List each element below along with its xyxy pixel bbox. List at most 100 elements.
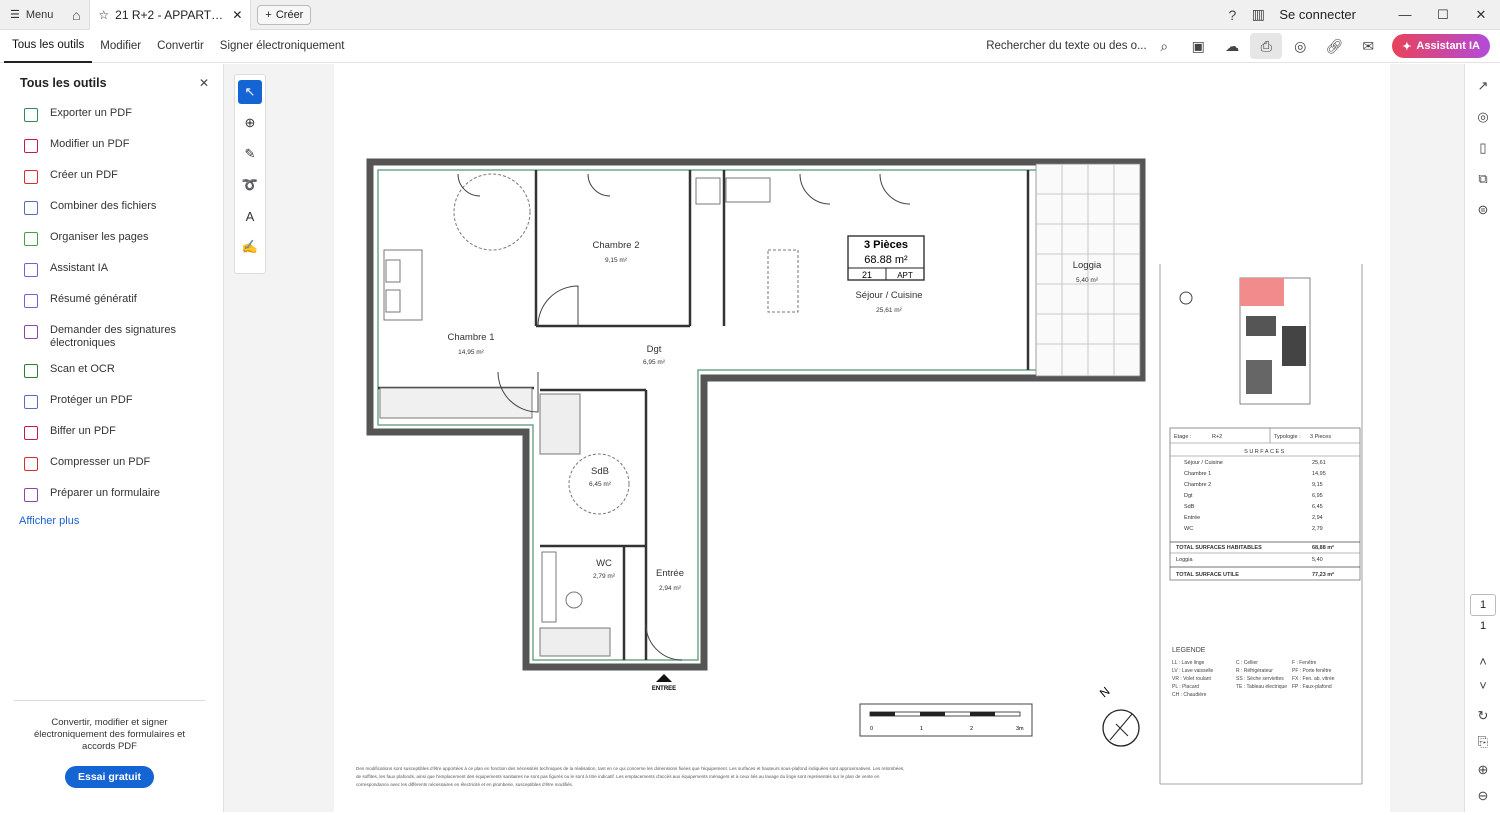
- create-label: Créer: [275, 8, 304, 21]
- legend-entry: TE : Tableau électrique: [1236, 684, 1287, 690]
- all-tools-panel: Tous les outils ✕ Exporter un PDF Modifie…: [0, 64, 224, 812]
- tool-item[interactable]: Combiner des fichiers: [0, 193, 223, 224]
- legend-entry: F : Fenêtre: [1292, 660, 1317, 666]
- tool-item[interactable]: Modifier un PDF: [0, 131, 223, 162]
- create-button[interactable]: + Créer: [257, 4, 312, 25]
- menu-button[interactable]: ☰ Menu: [0, 0, 63, 30]
- tool-icon: [24, 139, 38, 153]
- trial-promo: Convertir, modifier et signer électroniq…: [14, 700, 205, 788]
- scale-label-2: 2: [970, 726, 973, 732]
- tool-item[interactable]: Demander des signatures électroniques: [0, 317, 223, 356]
- room-entree-area: 2,94 m²: [659, 585, 682, 592]
- bookmark-icon[interactable]: ▯: [1465, 132, 1500, 163]
- room-chambre2-area: 9,15 m²: [605, 257, 628, 264]
- room-sejour-name: Séjour / Cuisine: [855, 290, 922, 301]
- tool-label: Protéger un PDF: [50, 394, 133, 407]
- tool-item[interactable]: Protéger un PDF: [0, 387, 223, 418]
- apps-icon[interactable]: ▥: [1245, 0, 1271, 30]
- select-cursor-icon[interactable]: ↖: [238, 80, 262, 104]
- tool-item[interactable]: Résumé génératif: [0, 286, 223, 317]
- tool-item[interactable]: Compresser un PDF: [0, 449, 223, 480]
- menu-label: Menu: [25, 8, 54, 21]
- edit-export-icon[interactable]: ↗: [1465, 70, 1500, 101]
- ai-assistant-button[interactable]: ✦ Assistant IA: [1392, 34, 1490, 58]
- badge-type: APT: [897, 271, 913, 280]
- total-utile-label: TOTAL SURFACE UTILE: [1176, 572, 1239, 578]
- tab-convert[interactable]: Convertir: [149, 30, 212, 63]
- tab-esign[interactable]: Signer électroniquement: [212, 30, 353, 63]
- tool-item[interactable]: Créer un PDF: [0, 162, 223, 193]
- tool-label: Modifier un PDF: [50, 138, 130, 150]
- tool-item[interactable]: Biffer un PDF: [0, 418, 223, 449]
- document-margin: [1390, 64, 1464, 812]
- tool-label: Biffer un PDF: [50, 425, 116, 438]
- total-habitable-label: TOTAL SURFACES HABITABLES: [1176, 545, 1262, 551]
- zoom-out-icon[interactable]: ⊖: [1465, 780, 1500, 811]
- save-page-icon[interactable]: ⎘: [1465, 726, 1500, 757]
- loggia-row-value: 5,40: [1312, 557, 1323, 563]
- quick-tools-column: ↖ ⊕ ✎ ➰ A ✍: [224, 64, 334, 812]
- signature-icon[interactable]: ✍: [238, 235, 262, 259]
- mail-icon[interactable]: ✉: [1352, 33, 1384, 59]
- free-trial-button[interactable]: Essai gratuit: [64, 765, 155, 788]
- minimize-icon[interactable]: —: [1386, 0, 1424, 30]
- surfaces-title: SURFACES: [1244, 449, 1286, 455]
- scale-label-3: 3m: [1016, 726, 1024, 732]
- layers-icon[interactable]: ⊜: [1465, 194, 1500, 225]
- tool-item[interactable]: Scan et OCR: [0, 356, 223, 387]
- sign-in-link[interactable]: Se connecter: [1271, 7, 1386, 22]
- surface-row-name: Entrée: [1184, 515, 1200, 521]
- current-page-input[interactable]: 1: [1470, 594, 1496, 616]
- home-icon[interactable]: ⌂: [63, 0, 89, 30]
- maximize-icon[interactable]: ☐: [1424, 0, 1462, 30]
- apartment-badge: 3 Pièces 68.88 m² 21 APT: [847, 235, 925, 281]
- tool-label: Combiner des fichiers: [50, 200, 157, 212]
- chevron-down-icon[interactable]: ˅: [1465, 670, 1500, 701]
- highlight-pen-icon[interactable]: ✎: [238, 142, 262, 166]
- room-chambre1-name: Chambre 1: [448, 332, 495, 343]
- furniture: [379, 173, 799, 657]
- keyplan-north-icon: [1179, 291, 1193, 305]
- surface-row-name: Chambre 1: [1184, 471, 1211, 477]
- entry-label: ENTREE: [652, 686, 676, 692]
- text-box-icon[interactable]: A: [238, 204, 262, 228]
- etage-label: Etage :: [1174, 434, 1192, 440]
- tool-label: Résumé génératif: [50, 293, 137, 305]
- close-window-icon[interactable]: ✕: [1462, 0, 1500, 30]
- zoom-annotate-icon[interactable]: ⊕: [238, 111, 262, 135]
- document-tab[interactable]: ☆ 21 R+2 - APPARTE... ✕: [89, 0, 252, 30]
- upload-cloud-icon[interactable]: ☁: [1216, 33, 1248, 59]
- room-sdb-name: SdB: [591, 466, 609, 477]
- help-icon[interactable]: ?: [1219, 0, 1245, 30]
- tool-item[interactable]: Exporter un PDF: [0, 100, 223, 131]
- legend-entry: FX : Fen. ab. vitrée: [1292, 676, 1335, 682]
- star-icon[interactable]: ☆: [98, 8, 109, 22]
- tool-label: Préparer un formulaire: [50, 487, 161, 500]
- tool-label: Compresser un PDF: [50, 456, 151, 469]
- tab-edit[interactable]: Modifier: [92, 30, 149, 63]
- comment-icon[interactable]: ◎: [1465, 101, 1500, 132]
- ai-search-icon[interactable]: ◎: [1284, 33, 1316, 59]
- draw-lasso-icon[interactable]: ➰: [238, 173, 262, 197]
- close-panel-icon[interactable]: ✕: [199, 76, 209, 90]
- disclaimer-line-2: de soffites, les faux plafonds, ainsi qu…: [356, 774, 880, 779]
- tab-title: 21 R+2 - APPARTE...: [115, 7, 227, 22]
- tool-item[interactable]: Préparer un formulaire: [0, 480, 223, 511]
- tool-icon: [24, 232, 38, 246]
- tab-all-tools[interactable]: Tous les outils: [4, 30, 93, 63]
- link-icon[interactable]: 🔗︎: [1318, 33, 1350, 59]
- copy-pages-icon[interactable]: ⧉: [1465, 163, 1500, 194]
- tool-label: Créer un PDF: [50, 169, 118, 181]
- disclaimer: Des modifications sont susceptibles d'êt…: [356, 766, 904, 787]
- tool-item[interactable]: Assistant IA: [0, 255, 223, 286]
- quick-tools-palette: ↖ ⊕ ✎ ➰ A ✍: [234, 74, 266, 274]
- print-icon[interactable]: ⎙: [1250, 33, 1283, 59]
- tool-item[interactable]: Organiser les pages: [0, 224, 223, 255]
- save-icon[interactable]: ▣: [1182, 33, 1214, 59]
- show-more-link[interactable]: Afficher plus: [0, 511, 223, 531]
- search-icon[interactable]: ⌕: [1148, 33, 1180, 59]
- close-tab-icon[interactable]: ✕: [232, 8, 242, 22]
- search-input[interactable]: Rechercher du texte ou des o...: [986, 40, 1146, 52]
- room-wc-name: WC: [596, 558, 612, 569]
- room-loggia-area: 5,40 m²: [1076, 277, 1099, 284]
